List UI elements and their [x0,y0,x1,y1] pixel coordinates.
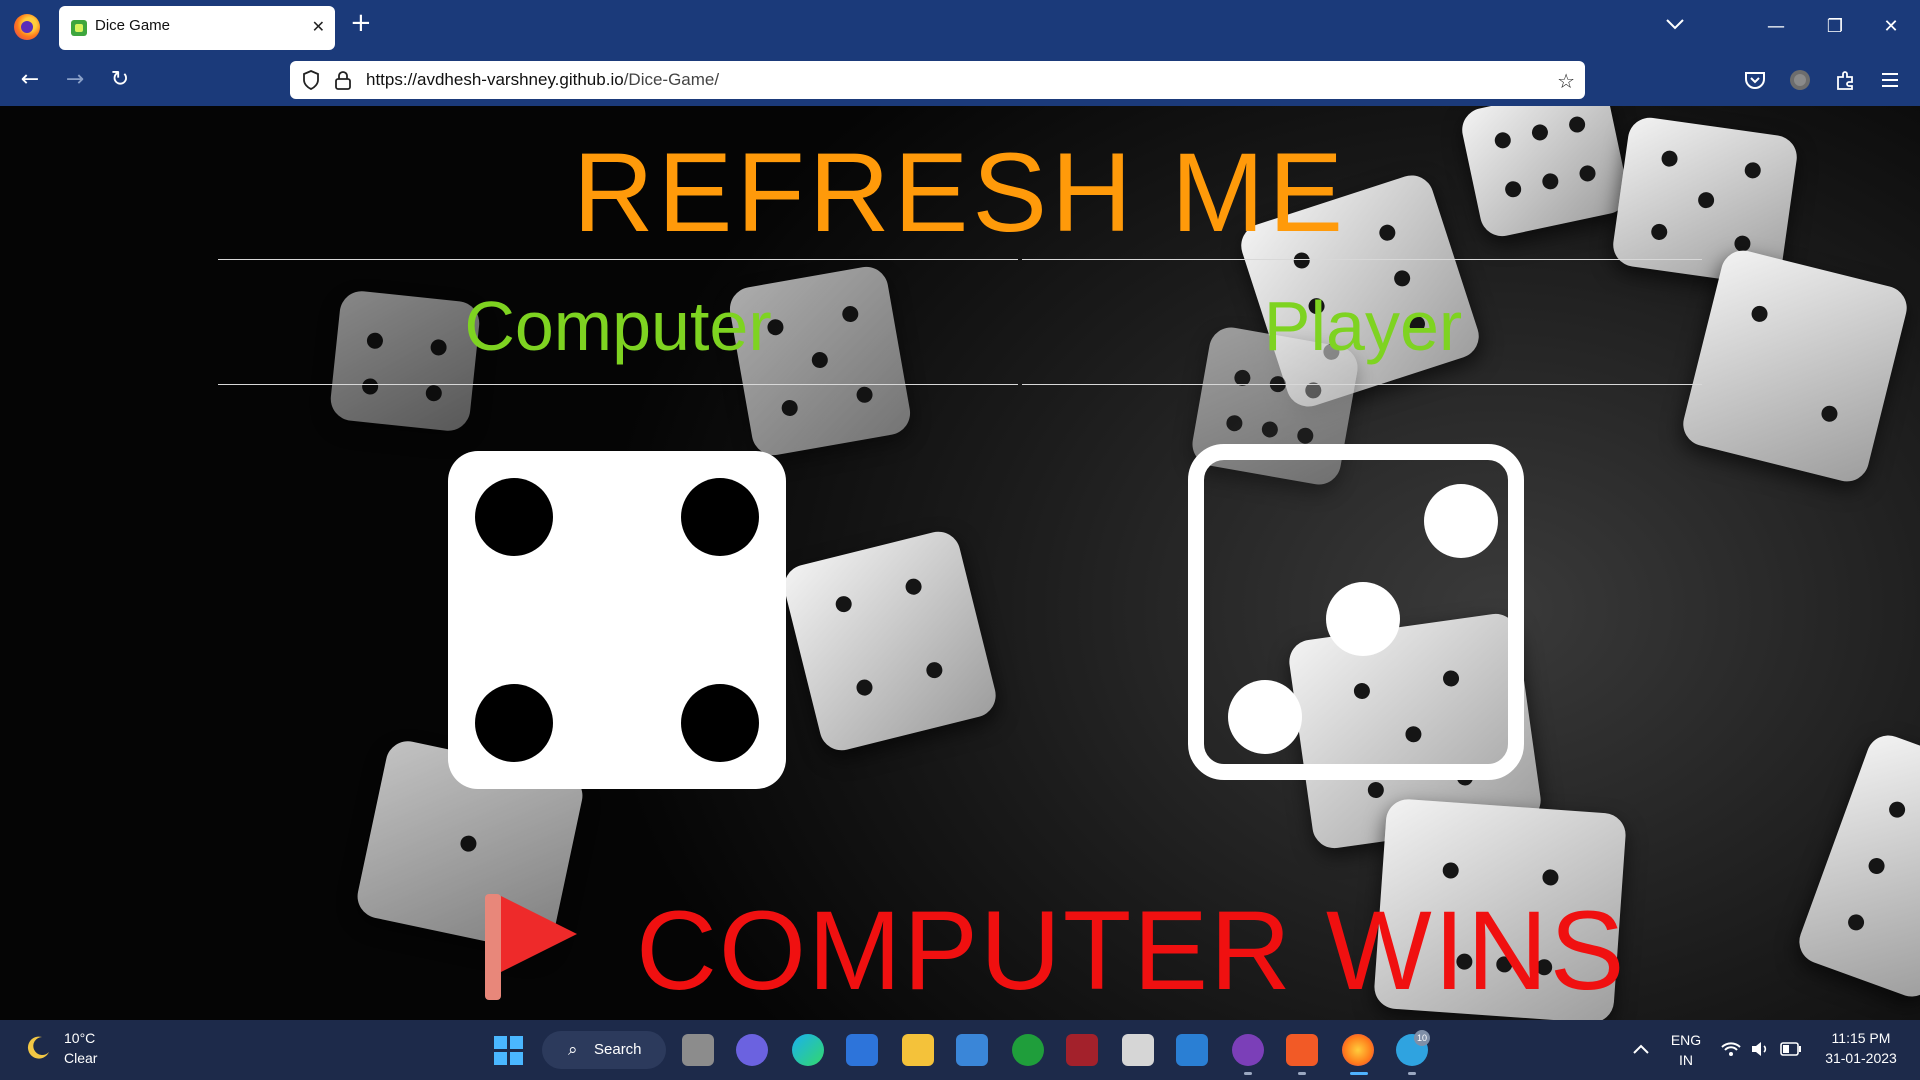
taskbar-search-button[interactable]: ⌕ Search [542,1031,666,1069]
account-icon[interactable] [1788,68,1812,92]
battery-icon[interactable] [1780,1042,1802,1056]
search-label: Search [594,1041,642,1058]
brave-icon[interactable] [1286,1034,1318,1066]
reload-button[interactable]: ↻ [105,65,135,95]
favicon-icon [71,20,87,36]
forward-button[interactable]: → [60,65,90,95]
die-pip [681,684,759,762]
lock-icon[interactable] [334,70,352,90]
address-bar[interactable]: https://avdhesh-varshney.github.io/Dice-… [290,61,1585,99]
new-tab-button[interactable]: + [350,10,372,36]
tab-close-button[interactable]: ✕ [312,17,325,36]
background-die [1793,729,1920,1003]
firefox-icon[interactable] [14,14,40,40]
player-die [1188,444,1524,780]
bookmark-star-icon[interactable]: ☆ [1557,69,1575,93]
running-indicator [1298,1072,1306,1075]
flag-pole [485,894,501,1000]
xbox-icon[interactable] [1012,1034,1044,1066]
chevron-down-icon[interactable] [1663,14,1687,34]
tab-title: Dice Game [95,17,171,34]
active-indicator [1350,1072,1368,1075]
language-top[interactable]: ENG [1668,1032,1704,1048]
wifi-icon[interactable] [1720,1040,1742,1058]
back-button[interactable]: ← [15,65,45,95]
die-pip [681,478,759,556]
moon-icon[interactable] [24,1034,52,1062]
divider [1022,384,1702,385]
firefox-taskbar-icon[interactable] [1342,1034,1374,1066]
page-title: REFRESH ME [572,130,1348,255]
running-indicator [1408,1072,1416,1075]
result-text: COMPUTER WINS [636,888,1627,1013]
pocket-icon[interactable] [1743,68,1767,92]
clock-date[interactable]: 31-01-2023 [1818,1050,1904,1066]
volume-icon[interactable] [1750,1040,1770,1058]
language-bottom[interactable]: IN [1668,1052,1704,1068]
vscode-icon[interactable] [1176,1034,1208,1066]
snipping-tool-icon[interactable] [1122,1034,1154,1066]
player-label: Player [1263,287,1463,365]
die-pip [1326,582,1400,656]
background-die [779,527,1001,755]
background-die [1678,245,1912,487]
divider [218,259,1018,260]
telegram-badge: 10 [1414,1030,1430,1046]
taskbar: 10°C Clear ⌕ Search 10 ENG IN 11:15 PM 3… [0,1020,1920,1080]
chevron-up-icon[interactable] [1632,1042,1650,1056]
flag-cloth [501,896,577,972]
navigation-bar: ← → ↻ https://avdhesh-varshney.github.io… [0,54,1920,106]
tab-dice-game[interactable]: Dice Game ✕ [59,6,335,50]
edge-icon[interactable] [792,1034,824,1066]
mail-icon[interactable] [956,1034,988,1066]
weather-description[interactable]: Clear [64,1050,97,1066]
url-host: https://avdhesh-varshney.github.io [366,70,624,89]
restore-button[interactable]: ❐ [1812,10,1858,44]
search-icon: ⌕ [568,1040,578,1060]
die-pip [475,684,553,762]
extensions-icon[interactable] [1834,68,1858,92]
divider [1022,259,1702,260]
page-content: REFRESH ME Computer Player COMPUTER WINS [0,106,1920,1020]
die-pip [1228,680,1302,754]
weather-temperature[interactable]: 10°C [64,1030,95,1046]
task-view-icon[interactable] [682,1034,714,1066]
divider [218,384,1018,385]
teams-chat-icon[interactable] [736,1034,768,1066]
running-indicator [1244,1072,1252,1075]
game-app-icon[interactable] [1066,1034,1098,1066]
computer-die [448,451,786,789]
clock-time[interactable]: 11:15 PM [1818,1030,1904,1046]
computer-label: Computer [464,287,772,365]
url-text[interactable]: https://avdhesh-varshney.github.io/Dice-… [366,70,719,90]
close-window-button[interactable]: ✕ [1868,10,1914,44]
tab-bar: Dice Game ✕ + — ❐ ✕ [0,0,1920,54]
github-icon[interactable] [1232,1034,1264,1066]
minimize-button[interactable]: — [1753,10,1799,44]
die-pip [475,478,553,556]
menu-icon[interactable] [1878,68,1902,92]
shield-icon[interactable] [302,70,320,90]
die-pip [1424,484,1498,558]
windows-start-icon[interactable] [494,1036,524,1066]
store-icon[interactable] [846,1034,878,1066]
file-explorer-icon[interactable] [902,1034,934,1066]
url-path: /Dice-Game/ [623,70,720,89]
